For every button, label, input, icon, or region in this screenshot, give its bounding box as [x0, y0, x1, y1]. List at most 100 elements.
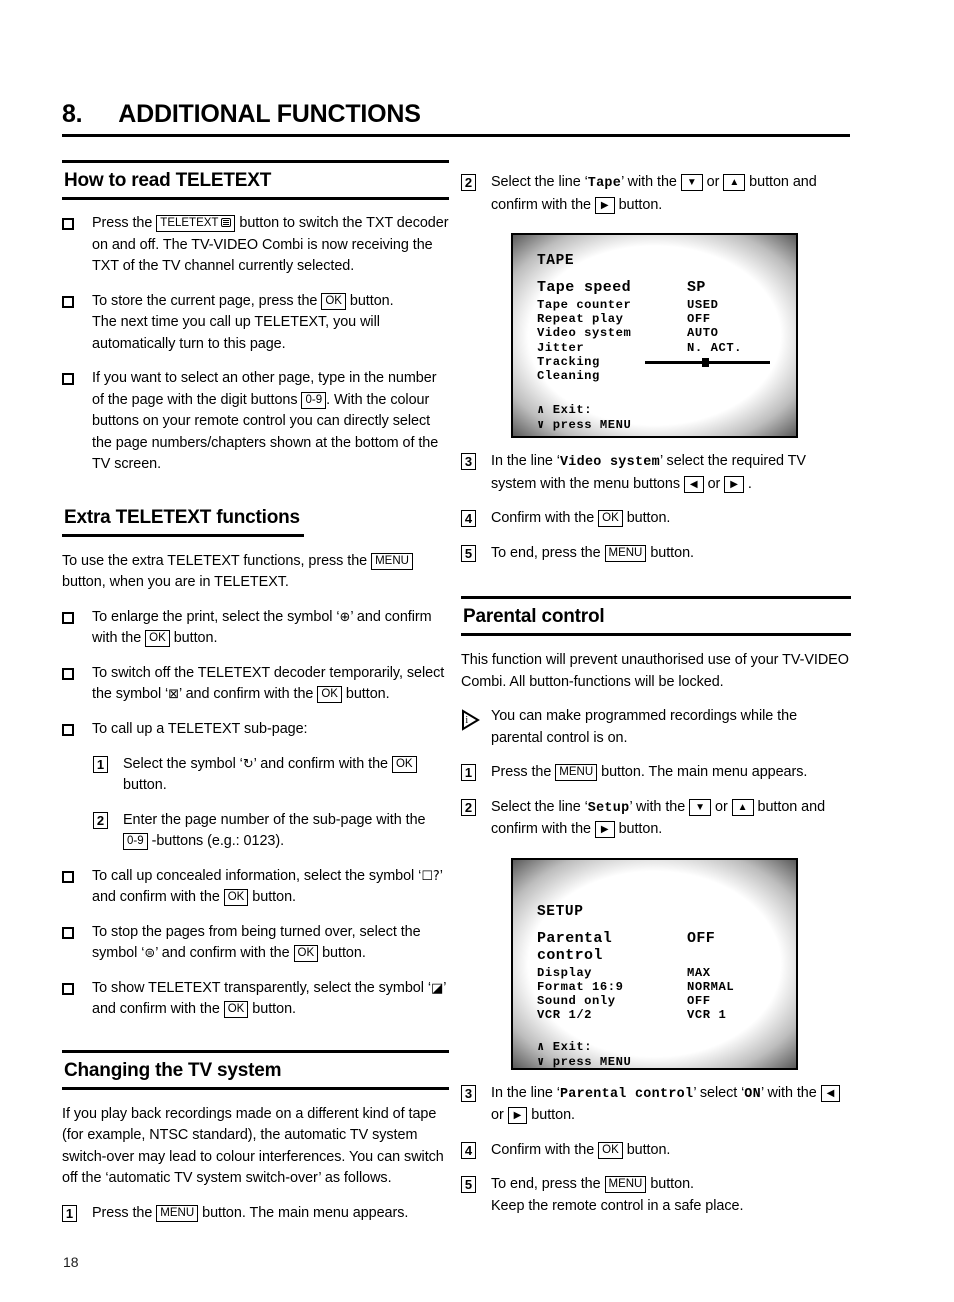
transparent-symbol: ◪: [430, 980, 444, 996]
key-teletext[interactable]: TELETEXT: [156, 215, 236, 232]
step-item-text: To end, press the MENU button. Keep the r…: [491, 1174, 743, 1217]
step-item-text: Select the symbol ‘↻’ and confirm with t…: [123, 754, 449, 797]
step-number-badge: 5: [461, 543, 491, 563]
key-0-9[interactable]: 0-9: [123, 833, 148, 850]
tracking-slider-knob[interactable]: [702, 357, 709, 367]
text-run: Press the: [92, 1204, 157, 1221]
checkbox-box: [62, 611, 74, 624]
setup-menu-screenshot: SETUP Parental control OFF Display MAX For…: [511, 857, 798, 1070]
text-run: or: [711, 798, 732, 815]
key-menu[interactable]: MENU: [604, 1176, 647, 1193]
step-item: 1 Press the MENU button. The main menu ap…: [461, 762, 851, 784]
text-run: The next time you call up TELETEXT, you …: [92, 314, 380, 352]
tape-menu-screenshot: TAPE Tape speed SP Tape counter USED Repea…: [511, 233, 798, 438]
key-[interactable]: ▶: [594, 196, 615, 214]
menu-row-label: Cleaning: [537, 369, 600, 384]
key-ok[interactable]: OK: [145, 630, 170, 647]
setup-menu-rows: Display MAX Format 16:9 NORMAL Sound only OFF…: [537, 966, 776, 1023]
key-[interactable]: ▲: [723, 174, 746, 191]
key-[interactable]: ▼: [689, 798, 712, 816]
key-ok[interactable]: OK: [293, 945, 319, 962]
text-run: button.: [248, 1001, 296, 1017]
tape-menu-selected-row[interactable]: Tape speed SP: [537, 279, 776, 296]
menu-row[interactable]: Jitter N. ACT.: [537, 341, 776, 355]
tracking-slider[interactable]: [645, 357, 770, 367]
key-menu[interactable]: MENU: [555, 764, 598, 781]
key-[interactable]: ▼: [680, 174, 703, 191]
step-number: 1: [461, 764, 476, 781]
bullet-item: If you want to select an other page, typ…: [62, 368, 449, 476]
menu-row[interactable]: Format 16:9 NORMAL: [537, 980, 776, 994]
key-[interactable]: ▶: [724, 475, 744, 493]
key-[interactable]: ▶: [594, 821, 615, 838]
setup-menu-title: SETUP: [537, 903, 584, 920]
text-run: .: [743, 475, 752, 492]
concealed-info-symbol: ☐?: [421, 868, 440, 884]
menu-row[interactable]: Cleaning: [537, 369, 776, 383]
menu-row[interactable]: Sound only OFF: [537, 994, 776, 1008]
text-run: To show TELETEXT transparently, select t…: [92, 979, 431, 996]
key-[interactable]: ◀: [683, 475, 704, 493]
menu-row[interactable]: Video system AUTO: [537, 326, 776, 340]
chapter-number: 8.: [62, 100, 83, 128]
menu-row[interactable]: VCR 1/2 VCR 1: [537, 1008, 776, 1022]
checkbox-box: [62, 295, 74, 308]
menu-row[interactable]: Display MAX: [537, 966, 776, 980]
menu-item-name: Tape: [587, 176, 622, 191]
step-item: 5 To end, press the MENU button.: [461, 543, 851, 565]
step-item: 2 Select the line ‘Tape’ with the ▼ or ▲ …: [461, 172, 851, 216]
list-how-to-read-teletext: Press the TELETEXT button to switch the …: [62, 213, 449, 476]
step-item-text: In the line ‘Parental control’ select ‘O…: [491, 1083, 851, 1127]
key-menu[interactable]: MENU: [371, 552, 413, 570]
text-run: ’ with the: [760, 1084, 821, 1101]
text-run: ’ select ‘: [693, 1084, 745, 1101]
step-number-badge: 1: [93, 754, 123, 774]
text-run: button.: [646, 1176, 694, 1192]
step-number-badge: 2: [461, 172, 491, 192]
checkbox-box: [62, 870, 74, 883]
menu-row[interactable]: Tape counter USED: [537, 298, 776, 312]
step-item-text: Select the line ‘Tape’ with the ▼ or ▲ b…: [491, 172, 851, 216]
checkbox-box: [62, 667, 74, 680]
key-0-9[interactable]: 0-9: [301, 391, 327, 409]
key-ok[interactable]: OK: [598, 1141, 623, 1159]
menu-item-name: ON: [744, 1086, 761, 1102]
text-run: Press the: [92, 215, 157, 231]
list-item: To call up concealed information, select…: [62, 866, 449, 909]
bullet-item: To stop the pages from being turned over…: [62, 922, 449, 965]
key-ok[interactable]: OK: [598, 510, 623, 527]
key-ok[interactable]: OK: [223, 1001, 249, 1018]
step-item-text: In the line ‘Video system’ select the re…: [491, 451, 851, 495]
text-run: ’ with the: [629, 798, 690, 815]
step-item: 3 In the line ‘Video system’ select the r…: [461, 451, 851, 495]
menu-row[interactable]: Repeat play OFF: [537, 312, 776, 326]
key-ok[interactable]: OK: [223, 889, 249, 906]
key-menu[interactable]: MENU: [156, 1204, 199, 1222]
step-number: 3: [461, 1084, 476, 1102]
key-[interactable]: ▲: [731, 798, 754, 816]
list-item: 1 Press the MENU button. The main menu ap…: [461, 762, 851, 784]
key-[interactable]: ▶: [507, 1107, 528, 1124]
list-parental-steps-top: 1 Press the MENU button. The main menu ap…: [461, 762, 851, 841]
key-menu[interactable]: MENU: [604, 544, 647, 562]
checkbox-box: [62, 723, 74, 736]
key-[interactable]: ◀: [820, 1084, 841, 1102]
menu-row[interactable]: Tracking: [537, 355, 776, 369]
chapter-title: ADDITIONAL FUNCTIONS: [118, 100, 421, 128]
key-teletext-label: TELETEXT: [160, 217, 219, 229]
key-ok[interactable]: OK: [391, 755, 417, 773]
key-ok[interactable]: OK: [317, 686, 342, 703]
enlarge-print-symbol: ⊕: [339, 609, 351, 625]
list-item: 4 Confirm with the OK button.: [461, 508, 851, 530]
menu-item-name: Video system: [559, 455, 660, 470]
step-item: 4 Confirm with the OK button.: [461, 508, 851, 530]
step-number: 1: [62, 1204, 77, 1222]
extra-teletext-intro: To use the extra TELETEXT functions, pre…: [62, 551, 449, 594]
list-item: 5 To end, press the MENU button. Keep the …: [461, 1174, 851, 1217]
checkbox-box: [62, 218, 74, 230]
svg-text:i: i: [465, 715, 468, 726]
text-run: button.: [169, 630, 218, 646]
setup-menu-selected-row[interactable]: Parental control OFF: [537, 930, 776, 964]
list-item: 5 To end, press the MENU button.: [461, 543, 851, 565]
key-ok[interactable]: OK: [321, 292, 346, 310]
